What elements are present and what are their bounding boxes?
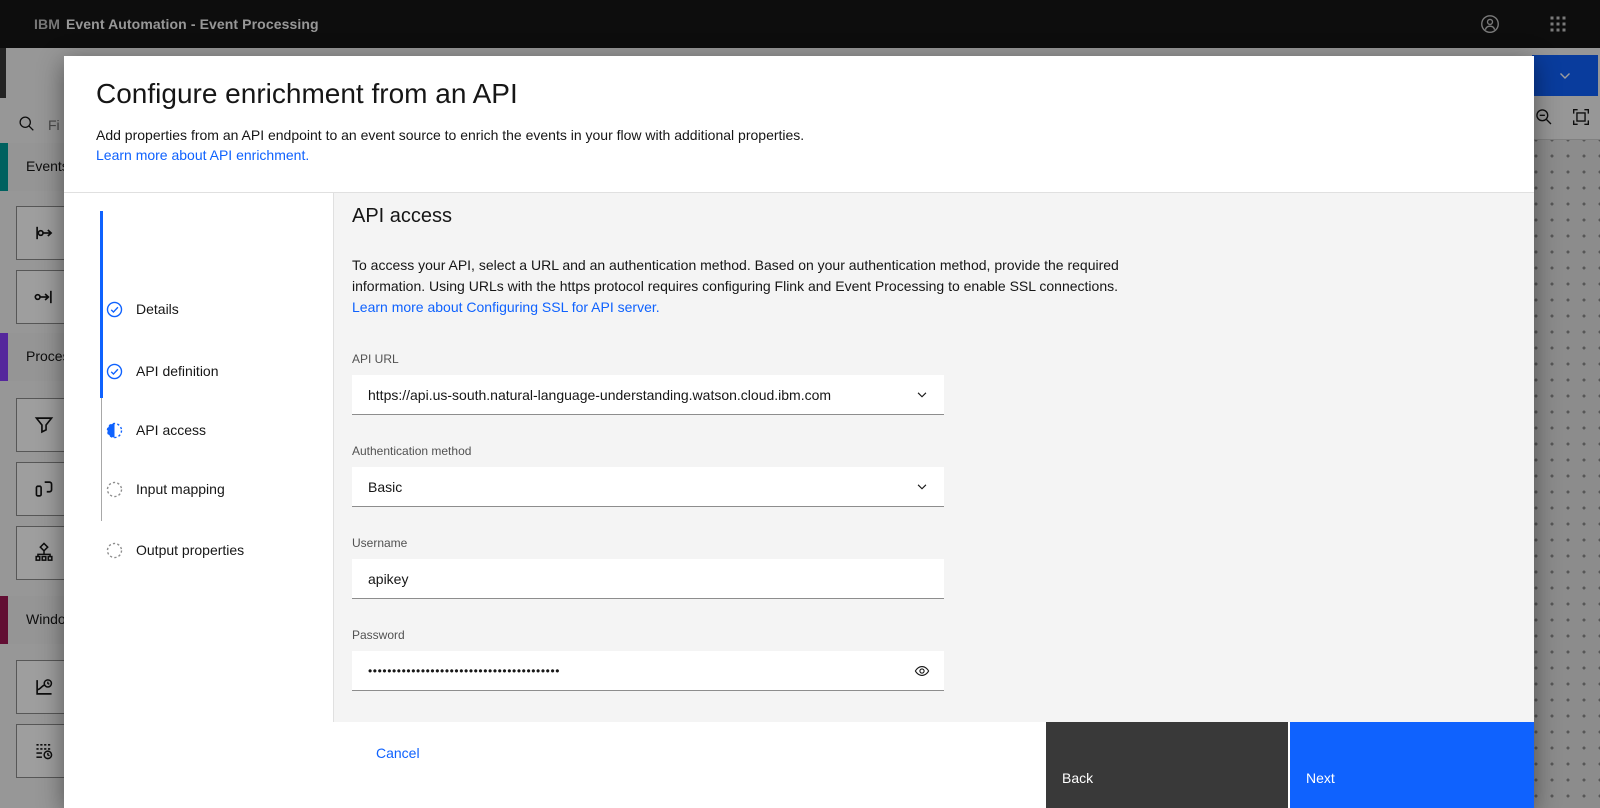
modal-description: Add properties from an API endpoint to a… bbox=[96, 127, 805, 143]
step-api-access-current[interactable]: API access bbox=[106, 420, 206, 440]
auth-method-value: Basic bbox=[368, 479, 403, 495]
step-complete-icon bbox=[106, 363, 123, 379]
api-url-value: https://api.us-south.natural-language-un… bbox=[368, 387, 832, 403]
username-field bbox=[352, 559, 944, 599]
learn-more-api-enrichment-link[interactable]: Learn more about API enrichment. bbox=[96, 145, 309, 165]
step-label: API access bbox=[136, 422, 207, 438]
step-panel-api-access: API access To access your API, select a … bbox=[334, 193, 1534, 722]
configure-enrichment-modal: Configure enrichment from an API Add pro… bbox=[64, 56, 1534, 808]
username-label: Username bbox=[352, 536, 408, 550]
progress-line-complete bbox=[100, 211, 103, 398]
next-button[interactable]: Next bbox=[1290, 722, 1534, 808]
panel-description-text: To access your API, select a URL and an … bbox=[352, 257, 1119, 294]
wizard-progress: Details API definition API access Input … bbox=[64, 193, 334, 722]
api-url-dropdown[interactable]: https://api.us-south.natural-language-un… bbox=[352, 375, 944, 415]
configuring-ssl-link[interactable]: Learn more about Configuring SSL for API… bbox=[352, 299, 660, 315]
modal-header: Configure enrichment from an API Add pro… bbox=[64, 56, 1534, 193]
username-field-group: Username bbox=[352, 536, 944, 599]
progress-line-remaining bbox=[101, 398, 102, 521]
panel-description: To access your API, select a URL and an … bbox=[352, 255, 1170, 318]
view-eye-icon bbox=[914, 666, 930, 676]
step-details[interactable]: Details bbox=[106, 299, 179, 319]
step-incomplete-icon bbox=[106, 542, 123, 558]
api-url-label: API URL bbox=[352, 352, 399, 366]
step-input-mapping[interactable]: Input mapping bbox=[106, 479, 225, 499]
auth-method-field-group: Authentication method Basic bbox=[352, 444, 944, 507]
modal-footer: Cancel Back Next bbox=[64, 722, 1534, 808]
password-label: Password bbox=[352, 628, 405, 642]
cancel-button[interactable]: Cancel bbox=[368, 737, 428, 769]
password-field[interactable]: •••••••••••••••••••••••••••••••••••••••• bbox=[352, 651, 944, 691]
auth-method-dropdown[interactable]: Basic bbox=[352, 467, 944, 507]
step-api-definition[interactable]: API definition bbox=[106, 361, 219, 381]
step-label: API definition bbox=[136, 363, 219, 379]
chevron-down-icon[interactable] bbox=[900, 467, 944, 507]
password-masked-value: •••••••••••••••••••••••••••••••••••••••• bbox=[368, 664, 561, 678]
step-label: Output properties bbox=[136, 542, 245, 558]
step-output-properties[interactable]: Output properties bbox=[106, 540, 244, 560]
step-complete-icon bbox=[106, 301, 123, 317]
password-field-group: Password •••••••••••••••••••••••••••••••… bbox=[352, 628, 944, 691]
step-label: Details bbox=[136, 301, 179, 317]
auth-method-label: Authentication method bbox=[352, 444, 472, 458]
step-incomplete-icon bbox=[106, 481, 123, 497]
back-button[interactable]: Back bbox=[1046, 722, 1288, 808]
modal-title: Configure enrichment from an API bbox=[96, 78, 518, 109]
step-label: Input mapping bbox=[136, 481, 225, 497]
chevron-down-icon[interactable] bbox=[900, 375, 944, 415]
show-password-button[interactable] bbox=[900, 651, 944, 691]
panel-heading: API access bbox=[352, 205, 453, 227]
step-current-icon bbox=[106, 422, 123, 438]
api-url-field-group: API URL https://api.us-south.natural-lan… bbox=[352, 352, 944, 415]
username-input[interactable] bbox=[352, 559, 944, 599]
